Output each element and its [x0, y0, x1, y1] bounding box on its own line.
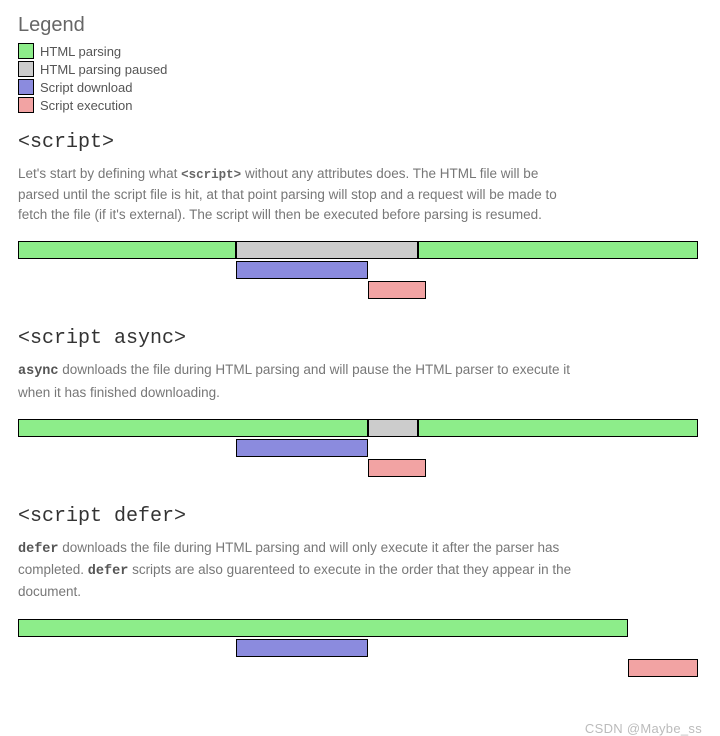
timeline-bar-execution [628, 659, 698, 677]
timeline-bar-execution [368, 459, 426, 477]
legend-row: HTML parsing paused [18, 61, 702, 77]
timeline-bar-parsing [18, 241, 236, 259]
inline-code: <script> [181, 168, 241, 182]
swatch-parsing [18, 43, 34, 59]
inline-bold: async [18, 364, 59, 379]
legend-items: HTML parsing HTML parsing paused Script … [18, 43, 702, 113]
inline-bold: defer [88, 564, 129, 579]
swatch-paused [18, 61, 34, 77]
legend-label: Script execution [40, 98, 133, 113]
section-heading: <script async> [18, 327, 702, 350]
legend-row: Script execution [18, 97, 702, 113]
timeline-script-defer [18, 619, 698, 683]
swatch-execution [18, 97, 34, 113]
section-heading: <script defer> [18, 505, 702, 528]
section-body: defer downloads the file during HTML par… [18, 538, 578, 603]
timeline-bar-paused [236, 241, 418, 259]
timeline-bar-download [236, 261, 368, 279]
timeline-bar-download [236, 639, 368, 657]
section-script-plain: <script> Let's start by defining what <s… [18, 131, 702, 305]
watermark: CSDN @Maybe_ss [585, 721, 702, 736]
timeline-bar-execution [368, 281, 426, 299]
section-script-async: <script async> async downloads the file … [18, 327, 702, 483]
timeline-bar-parsing [18, 419, 368, 437]
legend-row: HTML parsing [18, 43, 702, 59]
timeline-bar-parsing [418, 241, 698, 259]
legend-title: Legend [18, 14, 702, 37]
timeline-script-plain [18, 241, 698, 305]
legend-label: HTML parsing paused [40, 62, 167, 77]
timeline-bar-parsing [18, 619, 628, 637]
legend-label: HTML parsing [40, 44, 121, 59]
timeline-script-async [18, 419, 698, 483]
timeline-bar-parsing [418, 419, 698, 437]
legend-row: Script download [18, 79, 702, 95]
section-body: Let's start by defining what <script> wi… [18, 164, 578, 225]
section-heading: <script> [18, 131, 702, 154]
section-body: async downloads the file during HTML par… [18, 360, 578, 403]
timeline-bar-download [236, 439, 368, 457]
swatch-download [18, 79, 34, 95]
inline-bold: defer [18, 542, 59, 557]
legend-label: Script download [40, 80, 133, 95]
timeline-bar-paused [368, 419, 418, 437]
section-script-defer: <script defer> defer downloads the file … [18, 505, 702, 683]
